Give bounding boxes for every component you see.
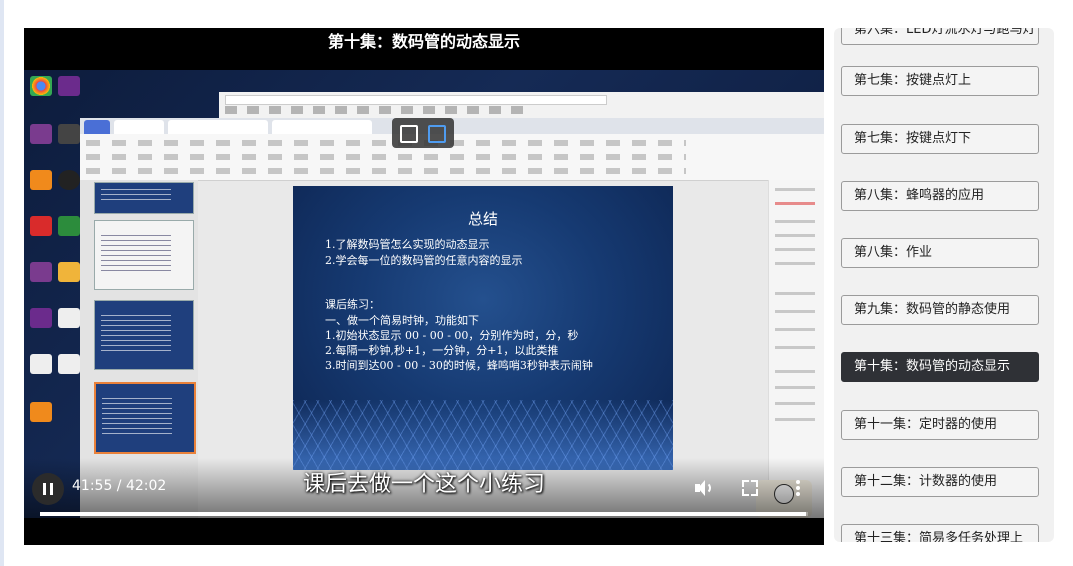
fullscreen-icon-corner	[742, 489, 749, 496]
slide-line: 一、做一个简易时钟，功能如下	[325, 314, 479, 327]
slide-line: 课后练习：	[325, 298, 380, 311]
volume-icon-cone	[698, 480, 705, 496]
desktop-icon	[28, 262, 54, 282]
desktop-icon	[28, 76, 54, 96]
recorded-browser-bar	[219, 92, 824, 118]
fullscreen-icon-corner	[751, 489, 758, 496]
more-options-icon-dot	[796, 486, 800, 490]
desktop-icon	[28, 308, 54, 328]
video-player[interactable]: 第十集：数码管的动态显示 总结 1.了解数码管怎么实现的动态显示 2.学会每一位…	[24, 28, 824, 545]
slide-line: 1.初始状态显示 00 - 00 - 00，分别作为时，分，秒	[325, 329, 579, 342]
slide-line: 3.时间到达00 - 00 - 30的时候，蜂鸣哨3秒钟表示闹钟	[325, 359, 593, 372]
fullscreen-icon	[742, 480, 749, 487]
desktop-icon	[28, 124, 54, 144]
pause-icon	[43, 483, 46, 495]
desktop-icon	[56, 262, 82, 282]
episode-item[interactable]: 第六集：LED灯流水灯与跑马灯	[841, 28, 1039, 45]
slide-line: 1.了解数码管怎么实现的动态显示	[325, 238, 490, 251]
exit-window-icon	[400, 125, 418, 143]
pause-button[interactable]	[32, 473, 64, 505]
fullscreen-button[interactable]	[740, 478, 760, 498]
slide-line: 2.每隔一秒钟,秒+1，一分钟，分+1，以此类推	[325, 344, 559, 357]
volume-button[interactable]	[692, 478, 712, 498]
desktop-icon	[28, 402, 54, 422]
progress-fill	[40, 512, 806, 516]
slide-line: 2.学会每一位的数码管的任意内容的显示	[325, 254, 523, 267]
desktop-icon	[28, 216, 54, 236]
episode-item[interactable]: 第七集：按键点灯上	[841, 66, 1039, 96]
desktop-icon	[28, 170, 54, 190]
desktop-icon	[56, 76, 82, 96]
page-left-edge	[0, 0, 4, 566]
slide-title: 总结	[467, 210, 498, 228]
episode-item-active[interactable]: 第十集：数码管的动态显示	[841, 352, 1039, 382]
episode-item[interactable]: 第七集：按键点灯下	[841, 124, 1039, 154]
more-options-button[interactable]	[788, 478, 808, 498]
episode-item[interactable]: 第八集：作业	[841, 238, 1039, 268]
video-title: 第十集：数码管的动态显示	[327, 32, 520, 51]
pause-icon-bar	[50, 483, 53, 495]
episode-item[interactable]: 第十二集：计数器的使用	[841, 467, 1039, 497]
episode-item[interactable]: 第十三集：简易多任务处理上	[841, 524, 1039, 542]
video-frame[interactable]: 总结 1.了解数码管怎么实现的动态显示 2.学会每一位的数码管的任意内容的显示 …	[24, 70, 824, 518]
episode-item[interactable]: 第九集：数码管的静态使用	[841, 295, 1039, 325]
desktop-icon	[56, 216, 82, 236]
desktop-icon	[56, 354, 82, 374]
volume-icon-wave	[705, 482, 711, 494]
mini-player-icon	[428, 125, 446, 143]
desktop-icon	[56, 308, 82, 328]
episode-item[interactable]: 第八集：蜂鸣器的应用	[841, 181, 1039, 211]
fullscreen-icon-corner	[751, 480, 758, 487]
desktop-icon	[56, 124, 82, 144]
episode-item[interactable]: 第十一集：定时器的使用	[841, 410, 1039, 440]
presentation-slide: 总结 1.了解数码管怎么实现的动态显示 2.学会每一位的数码管的任意内容的显示 …	[293, 186, 673, 470]
more-options-icon-dot	[796, 492, 800, 496]
progress-bar[interactable]	[40, 512, 808, 516]
time-display: 41:55 / 42:02	[72, 478, 167, 494]
desktop-icon	[56, 170, 82, 190]
desktop-icon	[28, 354, 54, 374]
picture-in-picture-button[interactable]	[392, 118, 454, 148]
episode-playlist[interactable]: 第六集：LED灯流水灯与跑马灯 第七集：按键点灯上 第七集：按键点灯下 第八集：…	[834, 28, 1054, 542]
more-options-icon	[796, 480, 800, 484]
